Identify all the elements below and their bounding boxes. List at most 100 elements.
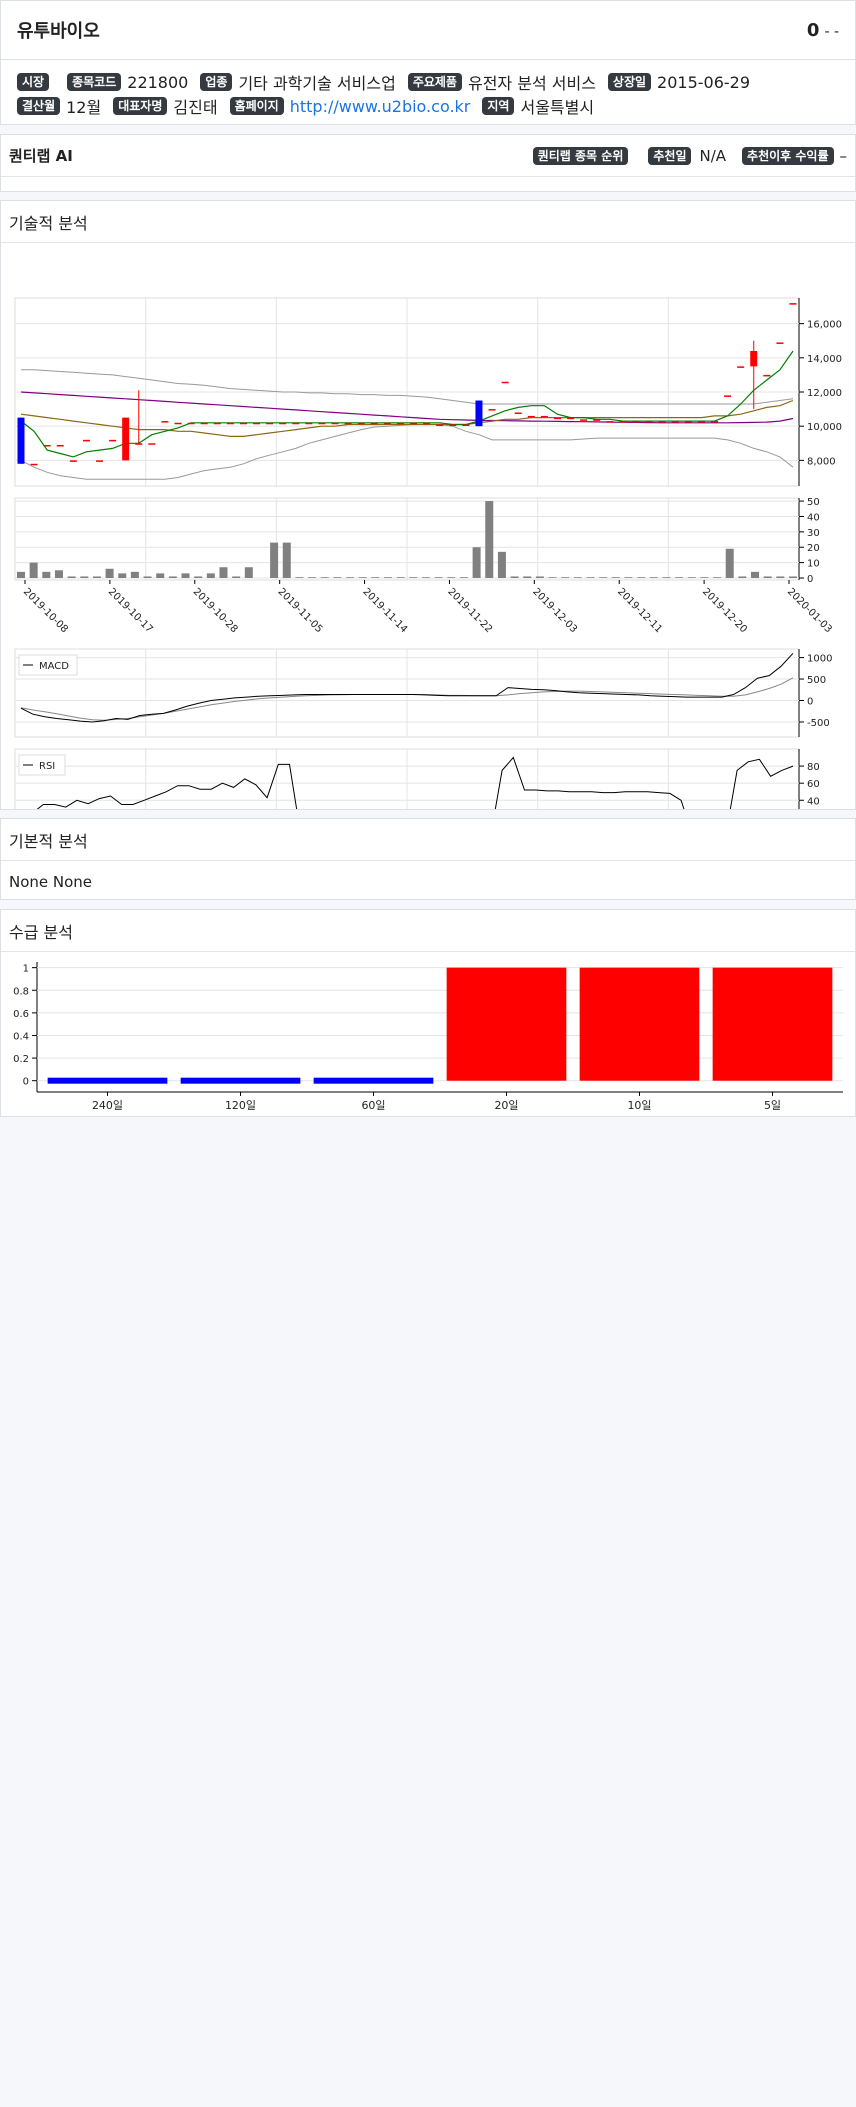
volume-bar [649, 577, 658, 578]
candle-body [776, 342, 784, 344]
price-axis-tick-label: 16,000 [807, 320, 842, 331]
volume-axis-tick-label: 50 [807, 497, 820, 508]
volume-bar [434, 577, 443, 578]
candle-body [200, 422, 208, 425]
quantilab-meta: 퀀티랩 종목 순위 추천일 N/A 추천이후 수익률 – [532, 146, 847, 165]
date-tick-label: 2019-10-28 [191, 586, 240, 635]
supply-chart: 0 0.2 0.4 0.6 0.8 1 240일 120일 60일 20일 10일 5일 [13, 962, 843, 1112]
volume-bar [535, 576, 544, 578]
info-market: 시장 [17, 73, 55, 91]
candle-body [82, 439, 90, 442]
candle-body [449, 424, 457, 426]
candle-body [383, 422, 391, 425]
volume-bar [181, 573, 190, 578]
supply-bar [313, 1077, 434, 1084]
volume-bar [675, 577, 684, 578]
quantilab-card: 퀀티랩 AI 퀀티랩 종목 순위 추천일 N/A 추천이후 수익률 – [0, 134, 856, 192]
rec-date-badge: 추천일 [648, 146, 692, 165]
supply-bar [446, 967, 567, 1081]
candle-body [671, 421, 679, 423]
volume-axis-tick-label: 40 [807, 512, 820, 523]
candle-body [658, 421, 666, 423]
homepage-link[interactable]: http://www.u2bio.co.kr [290, 97, 471, 116]
volume-bar [270, 542, 279, 578]
rec-date-value: N/A [699, 146, 727, 165]
supply-tick-label: 0.6 [13, 1009, 29, 1020]
fiscal-month-badge: 결산월 [17, 97, 61, 115]
company-name: 유투바이오 [17, 21, 100, 42]
volume-axis-tick-label: 10 [807, 559, 820, 570]
volume-bar [320, 577, 329, 578]
candle-body [737, 366, 745, 368]
candle-body [645, 421, 653, 423]
volume-bar [687, 577, 696, 578]
rsi-axis-tick-label: 40 [807, 796, 820, 807]
candle-body [606, 421, 614, 423]
volume-bar [561, 577, 570, 578]
info-ceo: 대표자명 김진태 [113, 94, 218, 118]
volume-bar [396, 577, 405, 578]
volume-bar [308, 577, 317, 578]
volume-bar [472, 547, 481, 578]
candle-body [684, 421, 692, 423]
candle-body [619, 421, 627, 423]
ceo-badge: 대표자명 [113, 97, 168, 115]
date-tick-label: 2019-10-08 [21, 586, 70, 635]
macd-axis-tick-label: -500 [807, 718, 830, 729]
product-value: 유전자 분석 서비스 [467, 74, 596, 93]
volume-bar [409, 577, 418, 578]
volume-bar [130, 571, 139, 578]
candle-body [30, 463, 38, 466]
candle-body [423, 422, 431, 425]
date-tick-label: 2020-01-03 [785, 586, 834, 635]
volume-bar [232, 576, 241, 578]
volume-bar [384, 577, 393, 578]
industry-badge: 업종 [200, 73, 233, 91]
candle-body [122, 417, 130, 461]
candle-body [69, 460, 77, 462]
homepage-badge: 홈페이지 [229, 97, 284, 115]
macd-legend-label: MACD [39, 661, 69, 672]
volume-bar [17, 571, 25, 578]
ceo-value: 김진태 [173, 98, 218, 117]
volume-bar [80, 576, 89, 578]
volume-bar [763, 576, 772, 578]
quantilab-title: 퀀티랩 AI [9, 147, 73, 165]
volume-axis-tick-label: 0 [807, 574, 813, 585]
supply-bar [47, 1077, 168, 1084]
candle-body [396, 422, 404, 425]
candle-body [410, 422, 418, 425]
candle-body [344, 422, 352, 425]
volume-axis-tick-label: 30 [807, 528, 820, 539]
info-listing-date: 상장일 2015-06-29 [607, 73, 750, 92]
current-price: 0 [806, 19, 820, 41]
candle-body [462, 424, 470, 426]
macd-axis-tick-label: 0 [807, 697, 813, 708]
quantilab-rank-badge: 퀀티랩 종목 순위 [532, 146, 629, 165]
candle-body [331, 422, 339, 425]
candle-body [750, 350, 758, 367]
volume-axis-tick-label: 20 [807, 543, 820, 554]
candle-body [475, 400, 483, 427]
volume-bar [624, 577, 633, 578]
candle-body [632, 421, 640, 423]
volume-bar [295, 577, 304, 578]
candle-body [187, 422, 195, 425]
supply-category-label: 20일 [494, 1098, 518, 1112]
volume-bar [611, 577, 620, 578]
candle-body [109, 439, 117, 442]
candle-body [370, 422, 378, 425]
candle-body [148, 443, 156, 445]
fiscal-month-value: 12월 [66, 98, 102, 117]
volume-bar [447, 577, 456, 578]
candle-body [763, 374, 771, 377]
candle-body [174, 422, 182, 425]
info-industry: 업종 기타 과학기술 서비스업 [200, 70, 396, 94]
rsi-axis-tick-label: 80 [807, 762, 820, 773]
volume-bar [586, 577, 595, 578]
supply-category-label: 240일 [92, 1098, 123, 1112]
candle-body [213, 422, 221, 425]
candle-body [553, 417, 561, 420]
candle-body [239, 422, 247, 425]
candle-body [253, 422, 261, 425]
